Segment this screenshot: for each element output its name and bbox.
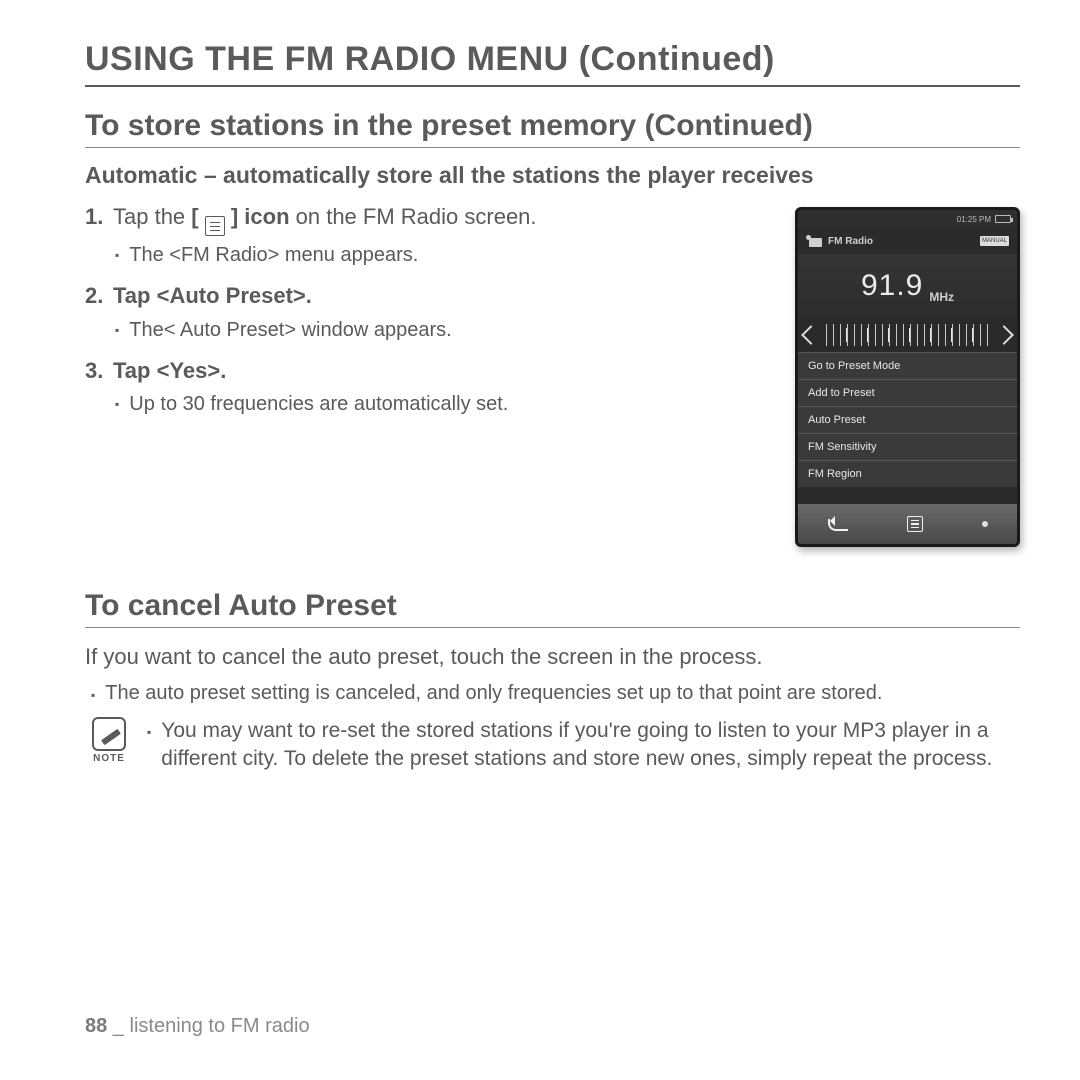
menu-icon[interactable] <box>907 516 923 532</box>
step-1-text-post: on the FM Radio screen. <box>290 204 537 229</box>
step-3-text: Tap <Yes>. <box>113 357 777 386</box>
step-1-sub: The <FM Radio> menu appears. <box>115 242 777 268</box>
section-heading-store: To store stations in the preset memory (… <box>85 109 1020 148</box>
fm-radio-menu: Go to Preset Mode Add to Preset Auto Pre… <box>798 352 1017 487</box>
subsection-heading-automatic: Automatic – automatically store all the … <box>85 162 1020 189</box>
menu-item-go-to-preset-mode[interactable]: Go to Preset Mode <box>798 352 1017 379</box>
fm-radio-icon <box>806 235 822 247</box>
step-number: 3. <box>85 357 113 386</box>
step-number: 1. <box>85 203 113 236</box>
step-2: 2. Tap <Auto Preset>. <box>85 282 777 311</box>
note-label: NOTE <box>93 753 125 764</box>
step-1: 1. Tap the [ ] icon on the FM Radio scre… <box>85 203 777 236</box>
step-1-bracket-open: [ <box>191 204 204 229</box>
footer-page-number: 88 <box>85 1015 107 1037</box>
menu-item-add-to-preset[interactable]: Add to Preset <box>798 379 1017 406</box>
footer-section: listening to FM radio <box>130 1015 310 1037</box>
status-bar: 01:25 PM <box>798 210 1017 228</box>
step-2-text: Tap <Auto Preset>. <box>113 282 777 311</box>
step-1-bracket-close: ] icon <box>225 204 290 229</box>
back-icon[interactable] <box>828 516 848 532</box>
step-2-sub: The< Auto Preset> window appears. <box>115 317 777 343</box>
section-heading-cancel: To cancel Auto Preset <box>85 589 1020 628</box>
step-3-sub: Up to 30 frequencies are automatically s… <box>115 391 777 417</box>
chevron-left-icon[interactable] <box>801 325 821 345</box>
step-1-text-pre: Tap the <box>113 204 191 229</box>
device-bottom-bar <box>798 504 1017 544</box>
mode-badge: MANUAL <box>980 236 1009 246</box>
device-title: FM Radio <box>828 236 873 247</box>
battery-icon <box>995 215 1011 223</box>
note-text: You may want to re-set the stored statio… <box>147 717 1020 774</box>
note-block: NOTE You may want to re-set the stored s… <box>85 717 1020 774</box>
menu-item-fm-sensitivity[interactable]: FM Sensitivity <box>798 433 1017 460</box>
dial-ticks <box>826 324 989 346</box>
step-list: 1. Tap the [ ] icon on the FM Radio scre… <box>85 203 777 547</box>
chevron-right-icon[interactable] <box>994 325 1014 345</box>
device-title-bar: FM Radio MANUAL <box>798 228 1017 254</box>
footer-separator: _ <box>107 1015 129 1037</box>
menu-item-auto-preset[interactable]: Auto Preset <box>798 406 1017 433</box>
status-time: 01:25 PM <box>957 215 991 224</box>
frequency-unit: MHz <box>929 290 954 304</box>
device-screenshot: 01:25 PM FM Radio MANUAL 91.9 MHz <box>795 207 1020 547</box>
cancel-paragraph: If you want to cancel the auto preset, t… <box>85 642 1020 672</box>
frequency-value: 91.9 <box>861 269 923 303</box>
tuning-dial[interactable] <box>798 318 1017 352</box>
menu-item-fm-region[interactable]: FM Region <box>798 460 1017 487</box>
note-icon <box>92 717 126 751</box>
page-heading: USING THE FM RADIO MENU (Continued) <box>85 40 1020 87</box>
page-footer: 88 _ listening to FM radio <box>85 1015 310 1038</box>
step-3: 3. Tap <Yes>. <box>85 357 777 386</box>
step-number: 2. <box>85 282 113 311</box>
menu-icon <box>205 216 225 236</box>
cancel-bullet: The auto preset setting is canceled, and… <box>91 680 1020 707</box>
dot-icon[interactable] <box>982 521 988 527</box>
frequency-display: 91.9 MHz <box>798 254 1017 318</box>
